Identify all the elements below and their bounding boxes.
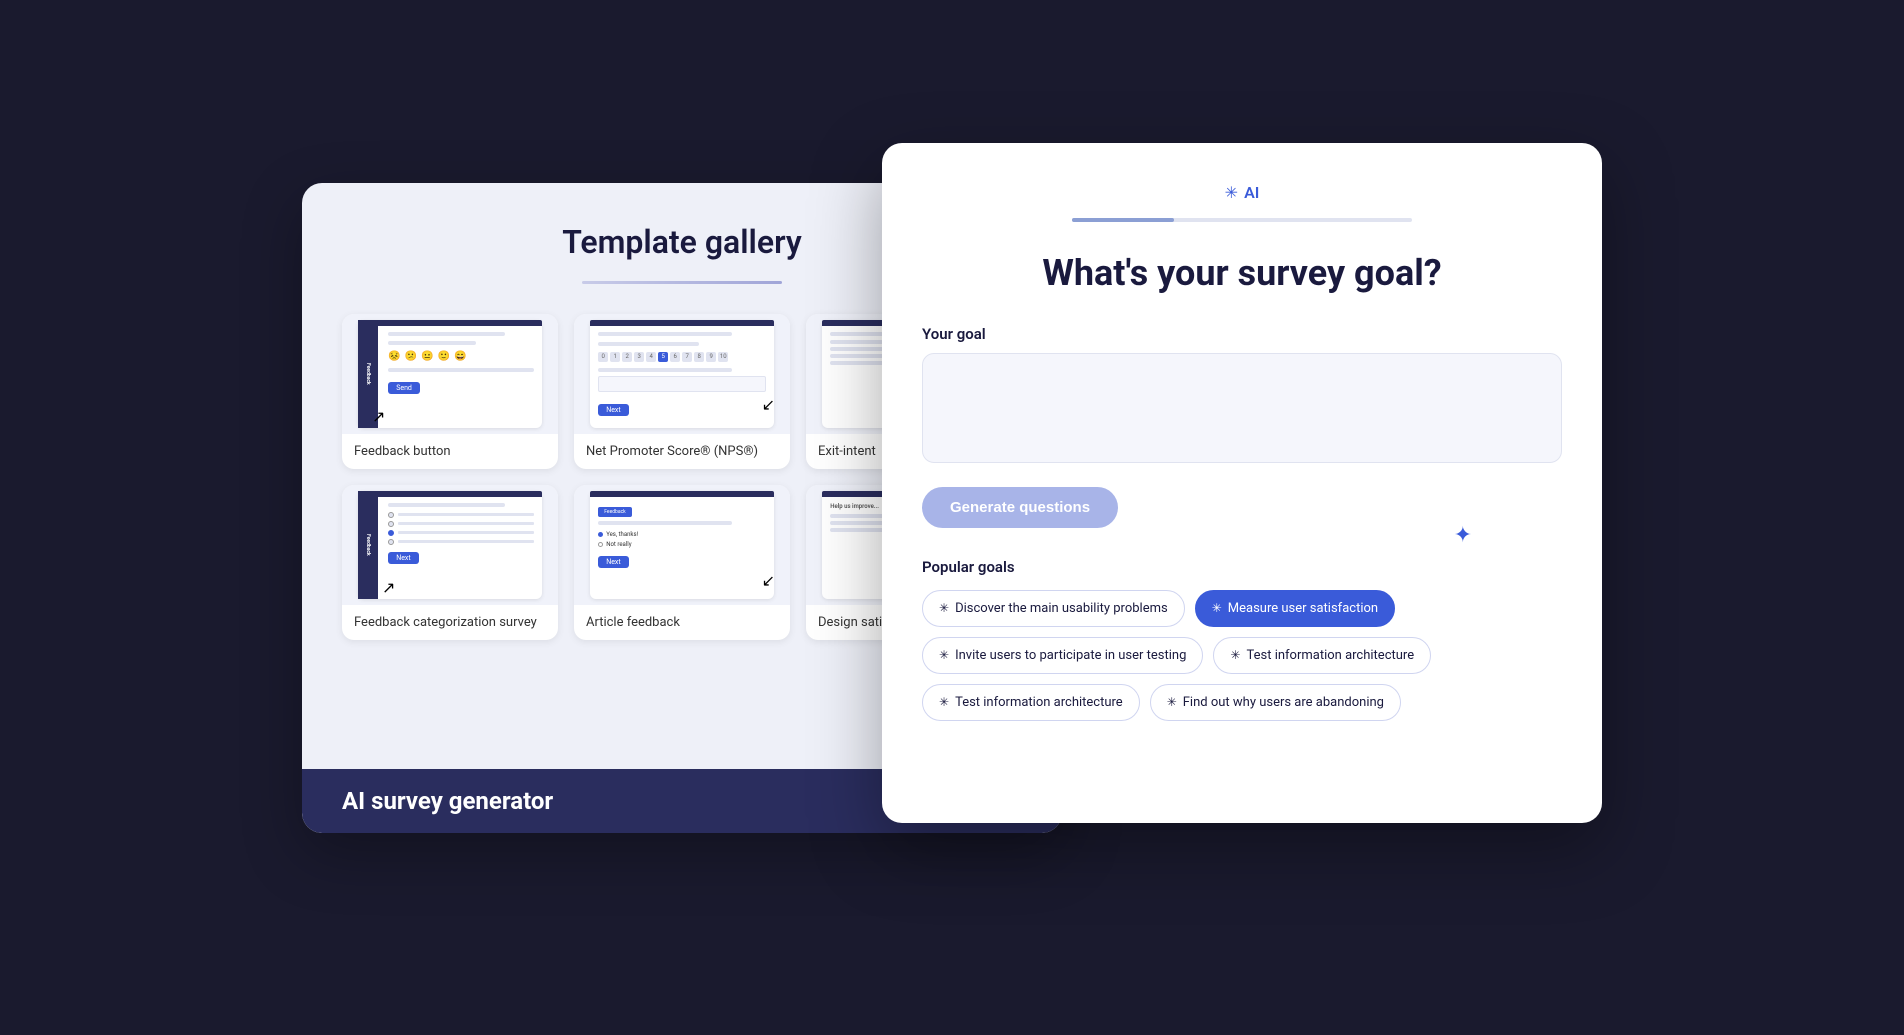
ai-progress-bar [1072, 218, 1412, 222]
ai-label-row: ✳ AI [922, 183, 1562, 202]
ai-sparkle-icon: ✳ [1225, 183, 1238, 202]
template-item-article[interactable]: Feedback Yes, thanks! Not really Next ↙ [574, 485, 790, 640]
template-item-nps[interactable]: 0 1 2 3 4 5 6 7 8 9 10 [574, 314, 790, 469]
chip-icon-test-ia-1: ✳ [1230, 648, 1240, 662]
template-label-nps: Net Promoter Score® (NPS®) [574, 434, 790, 469]
chip-icon-test-ia-2: ✳ [939, 695, 949, 709]
ai-main-title: What's your survey goal? [922, 252, 1562, 295]
template-label-categorization: Feedback categorization survey [342, 605, 558, 640]
ai-goal-chip-abandoning[interactable]: ✳ Find out why users are abandoning [1150, 684, 1401, 721]
chip-icon-abandoning: ✳ [1167, 695, 1177, 709]
chip-label-test-ia-2: Test information architecture [955, 695, 1123, 710]
ai-popular-goals-label: Popular goals [922, 558, 1562, 576]
chip-icon-usability: ✳ [939, 601, 949, 615]
ai-goal-input[interactable] [922, 353, 1562, 463]
ai-goal-section-label: Your goal [922, 325, 1562, 343]
chip-label-test-ia-1: Test information architecture [1246, 648, 1414, 663]
ai-label-text: AI [1244, 183, 1259, 202]
template-label-article: Article feedback [574, 605, 790, 640]
ai-banner-label: AI survey generator [342, 787, 553, 815]
ai-goals-grid: ✳ Discover the main usability problems ✳ Me… [922, 590, 1562, 721]
template-preview-article: Feedback Yes, thanks! Not really Next ↙ [574, 485, 790, 605]
chip-label-usability: Discover the main usability problems [955, 601, 1168, 616]
chip-icon-measure-satisfaction: ✳ [1212, 601, 1222, 615]
template-preview-nps: 0 1 2 3 4 5 6 7 8 9 10 [574, 314, 790, 434]
ai-generate-button[interactable]: Generate questions [922, 487, 1118, 528]
chip-label-measure-satisfaction: Measure user satisfaction [1228, 601, 1378, 616]
chip-icon-invite-users: ✳ [939, 648, 949, 662]
template-preview-categorization: Feedback [342, 485, 558, 605]
ai-progress-fill [1072, 218, 1174, 222]
template-label-feedback: Feedback button [342, 434, 558, 469]
template-preview-feedback: Feedback 😣 😕 😐 🙂 😄 [342, 314, 558, 434]
template-item-categorization[interactable]: Feedback [342, 485, 558, 640]
ai-goal-chip-test-ia-2[interactable]: ✳ Test information architecture [922, 684, 1140, 721]
gallery-divider [582, 281, 782, 284]
chip-label-abandoning: Find out why users are abandoning [1183, 695, 1384, 710]
chip-label-invite-users: Invite users to participate in user test… [955, 648, 1186, 663]
ai-goal-chip-usability[interactable]: ✳ Discover the main usability problems [922, 590, 1185, 627]
ai-goal-chip-measure-satisfaction[interactable]: ✳ Measure user satisfaction [1195, 590, 1395, 627]
template-item-feedback[interactable]: Feedback 😣 😕 😐 🙂 😄 [342, 314, 558, 469]
sparkle-decoration: ✦ [1454, 523, 1472, 548]
ai-goal-chip-test-ia-1[interactable]: ✳ Test information architecture [1213, 637, 1431, 674]
ai-goal-card: ✳ AI What's your survey goal? Your goal … [882, 143, 1602, 823]
ai-goal-chip-invite-users[interactable]: ✳ Invite users to participate in user tes… [922, 637, 1203, 674]
